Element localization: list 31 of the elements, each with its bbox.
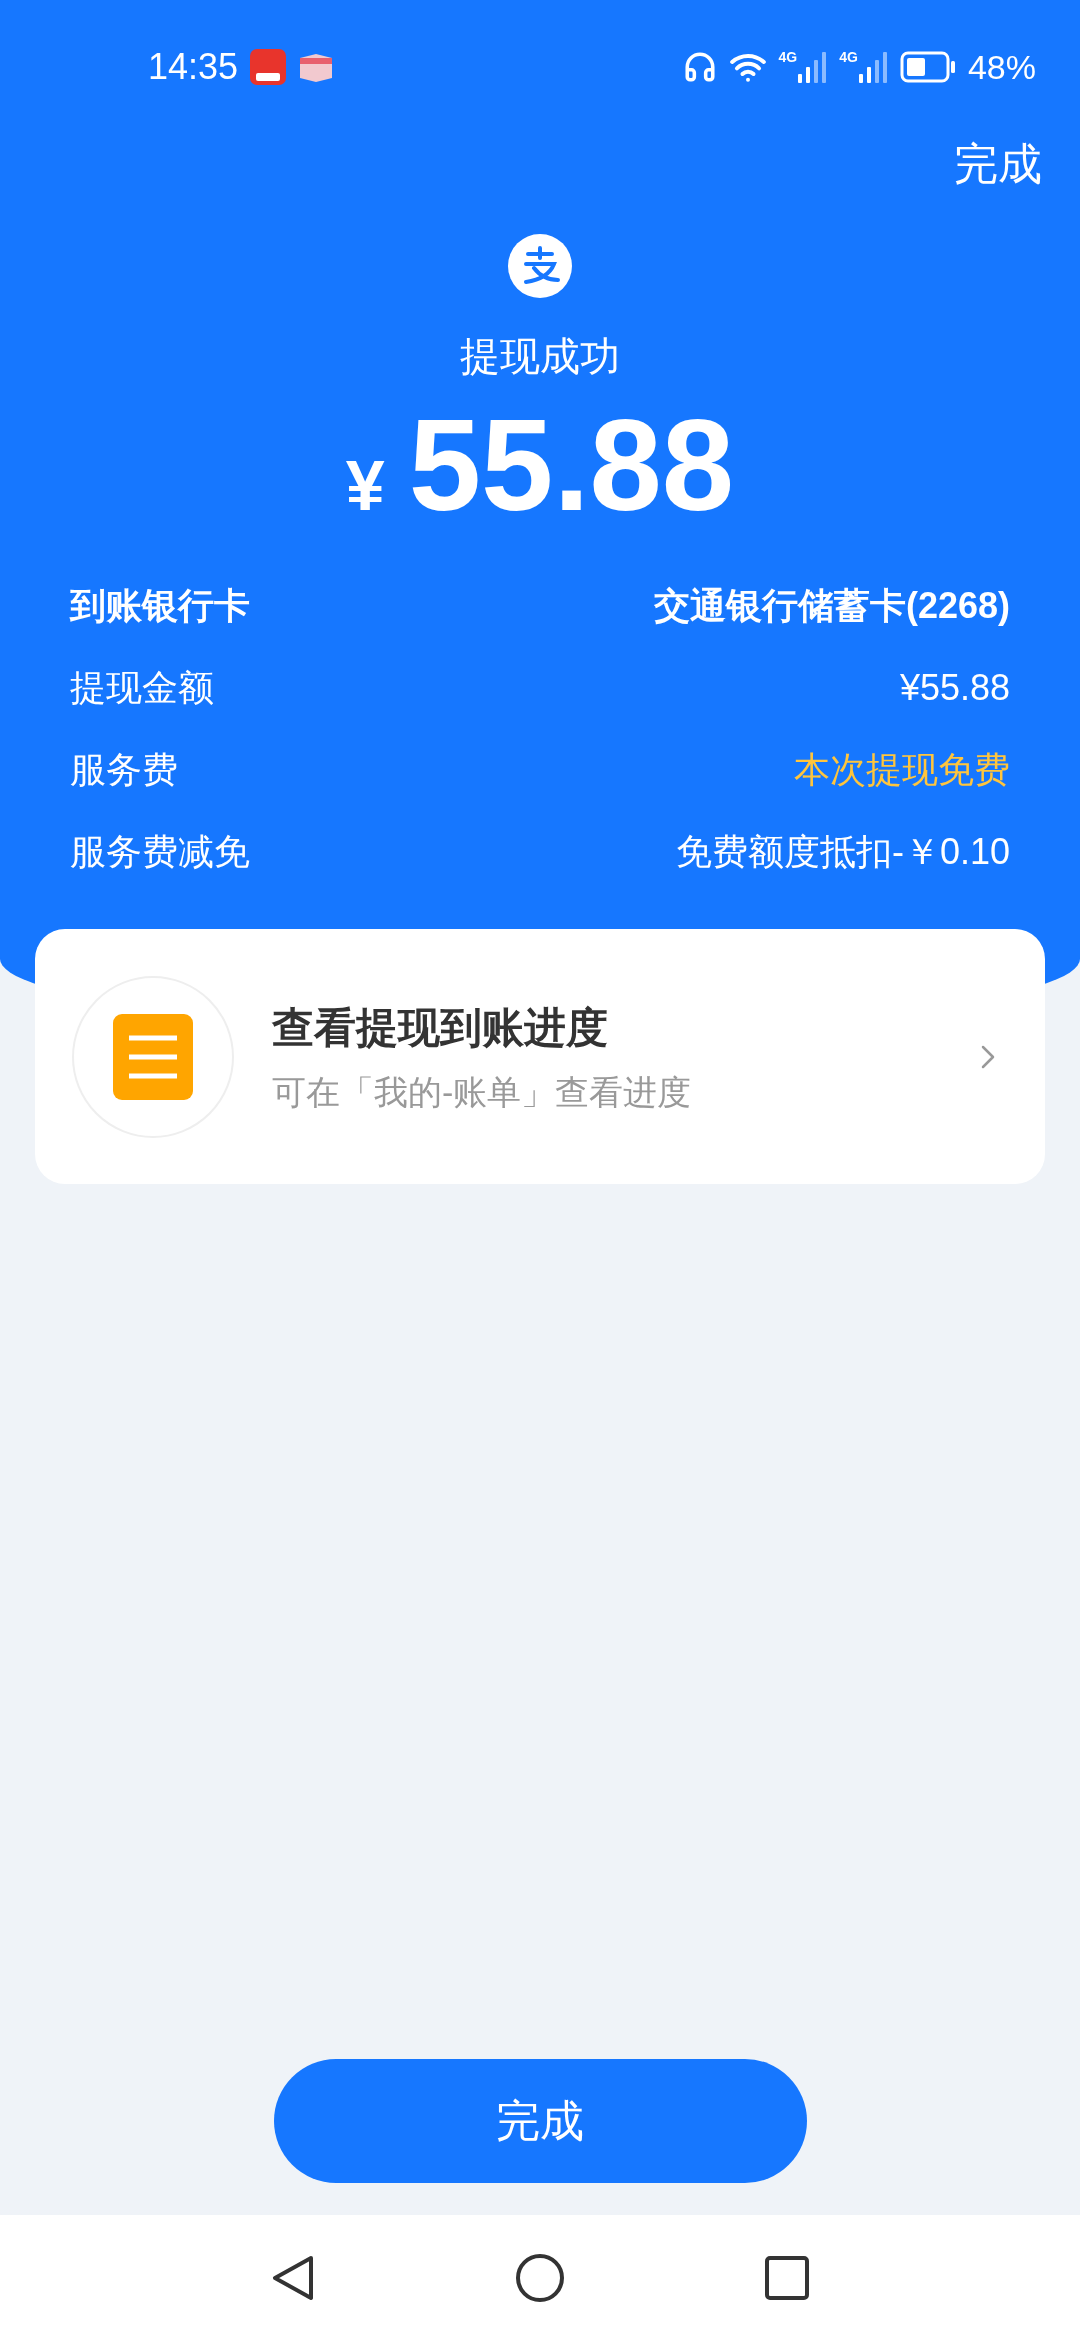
detail-label: 服务费减免 [70, 830, 250, 874]
battery-icon [899, 51, 956, 83]
signal-icon [797, 50, 828, 84]
logo-icon [508, 234, 572, 298]
progress-card[interactable]: 查看提现到账进度 可在「我的-账单」查看进度 [35, 929, 1045, 1184]
detail-value: 免费额度抵扣-￥0.10 [675, 830, 1010, 874]
amount-value: 55.88 [408, 400, 735, 530]
signal-icon [857, 50, 888, 84]
card-title: 查看提现到账进度 [272, 1002, 609, 1053]
detail-value: 交通银行储蓄卡(2268) [653, 584, 1010, 628]
done-button[interactable]: 完成 [273, 2059, 807, 2183]
home-icon[interactable] [515, 2252, 565, 2303]
network-type: 4G [778, 50, 798, 64]
currency-symbol: ¥ [345, 446, 385, 527]
headphones-icon [682, 50, 717, 84]
back-icon[interactable] [271, 2253, 315, 2302]
done-link[interactable]: 完成 [954, 134, 1042, 194]
status-time: 14:35 [148, 45, 239, 89]
app-notification-icon [250, 49, 287, 85]
battery-percent: 48% [967, 46, 1036, 88]
list-icon [113, 1013, 193, 1100]
card-subtitle: 可在「我的-账单」查看进度 [272, 1071, 693, 1113]
detail-label: 到账银行卡 [70, 584, 250, 628]
status-title: 提现成功 [460, 333, 620, 380]
detail-label: 提现金额 [70, 666, 214, 710]
detail-value: ¥55.88 [899, 666, 1010, 710]
network-type: 4G [839, 50, 858, 64]
detail-value: 本次提现免费 [794, 748, 1010, 792]
recents-icon[interactable] [765, 2255, 809, 2300]
detail-label: 服务费 [70, 748, 178, 792]
box-icon [298, 52, 335, 82]
